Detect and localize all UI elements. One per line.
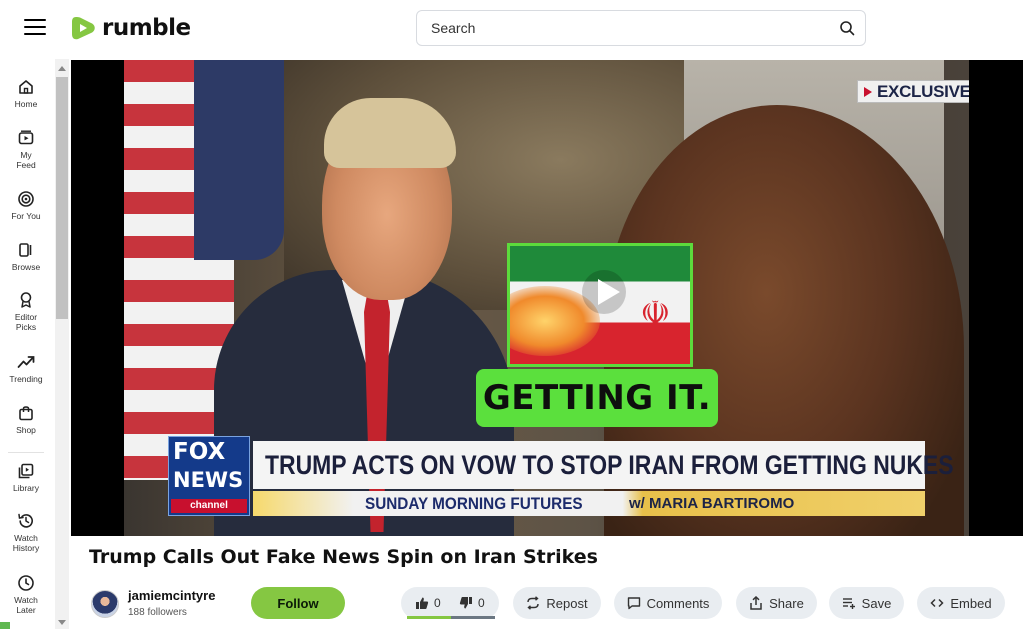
like-count: 0 [434,596,441,610]
sidebar-item-label: Browse [11,262,41,272]
sidebar-item-label: Shop [16,425,36,435]
trending-icon [17,356,35,368]
sidebar-item-label: Watch Later [14,595,38,615]
sidebar-item-label: My Feed [16,150,36,170]
embed-label: Embed [950,595,992,611]
code-icon [930,598,944,608]
search-icon[interactable] [839,20,855,36]
comments-label: Comments [646,595,710,611]
search-input[interactable] [431,11,821,45]
repost-icon [527,596,540,610]
sidebar-item-label: Trending [9,374,43,384]
show-name: SUNDAY MORNING FUTURES [365,493,583,513]
scroll-down-arrow-icon[interactable] [58,620,66,625]
playlist-add-icon [842,598,855,609]
sidebar-item-label: Home [14,99,38,109]
news-lower-third: FOX NEWS channel TRUMP ACTS ON VOW TO ST… [168,436,954,516]
follower-count: 188 followers [128,607,187,618]
sidebar-scrollbar[interactable] [55,59,69,629]
share-icon [750,596,762,610]
show-host: w/ MARIA BARTIROMO [629,495,795,512]
corner-indicator [0,622,10,629]
sidebar-item-home[interactable]: Home [0,78,52,109]
sidebar-item-watch-later[interactable]: Watch Later [0,574,52,615]
dislike-count: 0 [478,596,485,610]
thumbs-down-icon [459,597,472,609]
sidebar-divider [8,452,44,453]
sidebar-item-label: Library [13,483,39,493]
share-button[interactable]: Share [736,587,817,619]
top-header: rumble [0,0,1030,59]
sidebar-item-my-feed[interactable]: My Feed [0,129,52,170]
shop-icon [19,406,33,421]
library-icon [18,463,34,479]
repost-button[interactable]: Repost [513,587,601,619]
sidebar-item-watch-history[interactable]: Watch History [0,512,52,553]
network-bottom-text: channel [171,499,247,513]
news-headline-bar: TRUMP ACTS ON VOW TO STOP IRAN FROM GETT… [253,441,954,489]
thumbs-up-icon [416,597,429,609]
save-button[interactable]: Save [829,587,904,619]
history-icon [18,513,33,528]
feed-icon [18,130,34,145]
logo-text: rumble [102,15,191,41]
comment-icon [627,597,640,610]
show-name-bar: SUNDAY MORNING FUTURES w/ MARIA BARTIROM… [253,491,925,516]
follow-button[interactable]: Follow [251,587,345,619]
sidebar: Home My Feed For You Browse Editor Picks… [0,59,55,629]
exclusive-badge: EXCLUSIVE [857,80,969,103]
video-frame: EXCLUSIVE ☫ GETTING IT. FOX NEWS channel… [124,60,969,536]
sidebar-item-label: Editor Picks [14,312,38,332]
dislike-ratio-bar [451,616,495,619]
scroll-thumb[interactable] [56,77,68,319]
fox-news-logo: FOX NEWS channel [168,436,250,516]
video-title: Trump Calls Out Fake News Spin on Iran S… [89,546,598,568]
flag-canton [194,60,284,260]
avatar[interactable] [91,590,119,618]
home-icon [19,80,33,94]
ribbon-icon [20,292,32,308]
sidebar-item-editor-picks[interactable]: Editor Picks [0,291,52,332]
browse-icon [19,243,32,257]
sidebar-item-shop[interactable]: Shop [0,404,52,435]
sidebar-item-for-you[interactable]: For You [0,190,52,221]
network-mid-text: NEWS [173,468,244,492]
exclusive-label: EXCLUSIVE [877,81,969,101]
video-player[interactable]: EXCLUSIVE ☫ GETTING IT. FOX NEWS channel… [71,60,1023,536]
sidebar-item-library[interactable]: Library [0,462,52,493]
like-ratio-bar [407,616,451,619]
caption-banner: GETTING IT. [476,369,718,427]
comments-button[interactable]: Comments [614,587,722,619]
iran-emblem-icon: ☫ [640,294,671,334]
rumble-logo-icon [72,17,95,40]
clock-icon [18,575,34,591]
scroll-up-arrow-icon[interactable] [58,66,66,71]
network-top-text: FOX [173,439,226,465]
play-icon[interactable] [598,279,620,305]
video-thumbnail-overlay[interactable]: ☫ [507,243,693,367]
channel-name[interactable]: jamiemcintyre [128,588,215,603]
rumble-logo[interactable]: rumble [71,13,191,43]
like-button[interactable]: 0 [415,587,441,619]
target-icon [18,191,34,207]
play-marker-icon [864,86,872,97]
sidebar-item-label: Watch History [12,533,40,553]
caption-text: GETTING IT. [482,378,712,418]
menu-icon[interactable] [24,18,46,36]
share-label: Share [769,595,804,611]
embed-button[interactable]: Embed [917,587,1005,619]
news-headline: TRUMP ACTS ON VOW TO STOP IRAN FROM GETT… [265,449,954,480]
sidebar-item-trending[interactable]: Trending [0,353,52,384]
vote-control: 0 0 [401,587,499,619]
repost-label: Repost [546,595,588,611]
search-box[interactable] [416,10,866,46]
sidebar-item-label: For You [11,211,41,221]
dislike-button[interactable]: 0 [459,587,485,619]
sidebar-item-browse[interactable]: Browse [0,241,52,272]
save-label: Save [861,595,892,611]
